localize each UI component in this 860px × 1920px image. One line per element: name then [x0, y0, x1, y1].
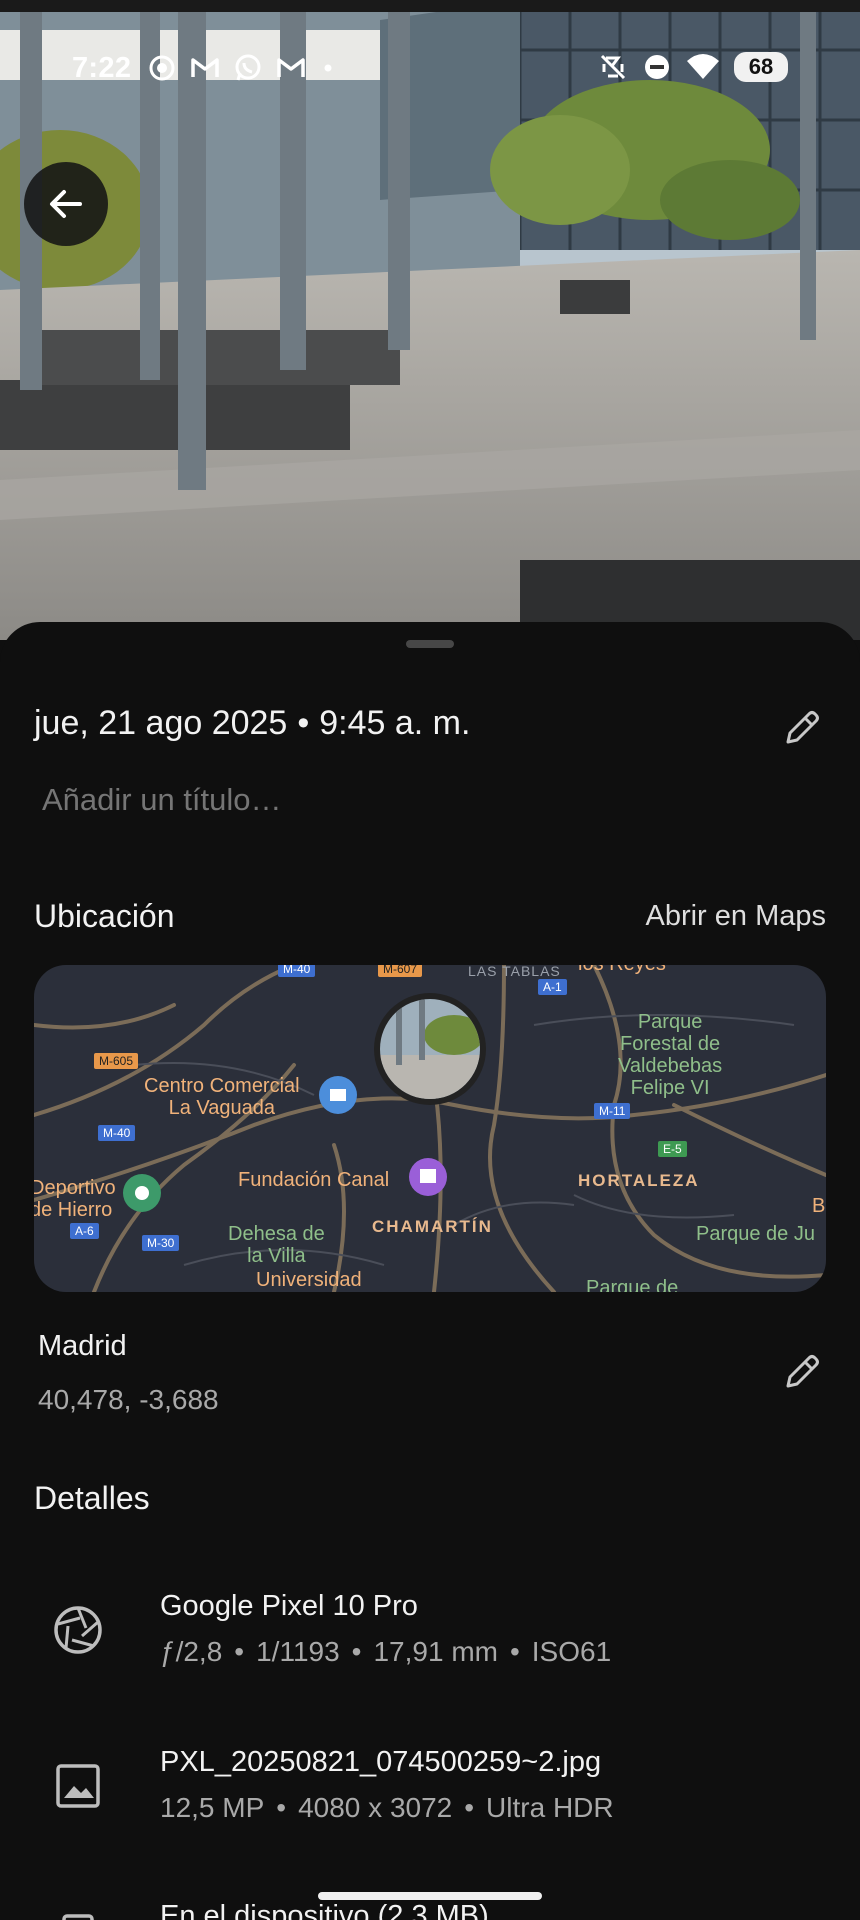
road-badge-m30: M-30: [142, 1235, 180, 1251]
museum-pin-icon: [409, 1158, 447, 1196]
map-label-chamartin: CHAMARTÍN: [372, 1217, 493, 1236]
file-format: Ultra HDR: [486, 1792, 614, 1823]
wifi-icon: [687, 54, 719, 79]
map-label-parque-forestal: Parque Forestal de Valdebebas Felipe VI: [618, 1011, 723, 1099]
shopping-pin-icon: [319, 1076, 357, 1114]
details-heading: Detalles: [34, 1480, 150, 1516]
map-label-parque-de: Parque de: [586, 1277, 679, 1292]
back-button[interactable]: [24, 162, 108, 246]
map-label-hortaleza: HORTALEZA: [578, 1171, 700, 1190]
gmail-icon: [277, 58, 305, 77]
road-badge-m605: M-605: [94, 1053, 139, 1069]
file-name: PXL_20250821_074500259~2.jpg: [160, 1746, 602, 1778]
photo-time: 9:45 a. m.: [319, 704, 471, 742]
sports-pin-icon: [123, 1174, 161, 1212]
open-in-maps-link[interactable]: Abrir en Maps: [645, 900, 826, 933]
road-badge-m40-left: M-40: [98, 1125, 136, 1141]
location-place-name: Madrid: [38, 1330, 127, 1362]
camera-iso: ISO61: [531, 1636, 612, 1667]
storage-label: En el dispositivo (2,3 MB): [160, 1900, 489, 1920]
road-badge-a6: A-6: [70, 1223, 99, 1239]
camera-exif: ƒ/2,8 • 1/1193 • 17,91 mm • ISO61: [160, 1636, 612, 1667]
gesture-nav-bar[interactable]: [318, 1892, 542, 1900]
edit-location-icon[interactable]: [780, 1350, 824, 1394]
location-coordinates: 40,478, -3,688: [38, 1384, 219, 1415]
location-map[interactable]: Centro Comercial La Vaguada Fundación Can…: [34, 965, 826, 1292]
datetime-separator: •: [297, 704, 310, 742]
map-label-las-tablas: LAS TABLAS: [468, 965, 561, 979]
status-bar: 7:22 68: [0, 40, 860, 96]
status-time: 7:22: [72, 52, 132, 84]
road-badge-m11: M-11: [594, 1103, 631, 1119]
photo-image: [0, 0, 860, 640]
map-label-deportivo: Deportivo de Hierro: [34, 1177, 116, 1221]
road-badge-m607: M-607: [378, 965, 423, 977]
camera-focal: 17,91 mm: [373, 1636, 498, 1667]
map-label-fundacion: Fundación Canal: [238, 1169, 390, 1191]
file-details-row: PXL_20250821_074500259~2.jpg 12,5 MP • 408…: [0, 1740, 860, 1840]
image-icon: [56, 1764, 100, 1808]
map-label-universidad: Universidad: [256, 1269, 362, 1291]
location-heading: Ubicación: [34, 898, 175, 934]
camera-model: Google Pixel 10 Pro: [160, 1590, 418, 1622]
camera-shutter: 1/1193: [256, 1636, 340, 1667]
notification-dot-icon: [324, 64, 332, 72]
whatsapp-icon: [235, 54, 261, 81]
map-label-reyes: los Reyes: [578, 965, 666, 976]
file-info: 12,5 MP • 4080 x 3072 • Ultra HDR: [160, 1792, 614, 1823]
sheet-drag-handle[interactable]: [406, 640, 454, 648]
map-label-dehesa: Dehesa de la Villa: [228, 1223, 325, 1267]
road-badge-e5: E-5: [658, 1141, 687, 1157]
map-label-parque-ju: Parque de Ju: [696, 1223, 815, 1245]
title-input[interactable]: [42, 782, 742, 818]
photo-date: jue, 21 ago 2025: [34, 704, 288, 742]
file-resolution: 4080 x 3072: [298, 1792, 453, 1823]
vibrate-off-icon: [600, 54, 626, 80]
screen-record-icon: [149, 55, 175, 81]
battery-icon: 68: [734, 52, 788, 82]
file-megapixels: 12,5 MP: [160, 1792, 265, 1823]
camera-aperture: ƒ/2,8: [160, 1636, 223, 1667]
phone-storage-icon: [62, 1914, 94, 1920]
photo-preview[interactable]: [0, 0, 860, 640]
road-badge-m40-top: M-40: [278, 965, 316, 977]
arrow-left-icon: [50, 190, 82, 218]
road-badge-a1: A-1: [538, 979, 567, 995]
photo-datetime[interactable]: jue, 21 ago 2025 • 9:45 a. m.: [34, 704, 470, 743]
aperture-icon: [54, 1606, 102, 1654]
do-not-disturb-icon: [645, 55, 669, 79]
map-label-b: B: [812, 1195, 826, 1217]
camera-details-row: Google Pixel 10 Pro ƒ/2,8 • 1/1193 • 17,91 m…: [0, 1584, 860, 1684]
gmail-icon: [191, 58, 219, 77]
edit-datetime-icon[interactable]: [780, 706, 824, 750]
map-label-shopping-center: Centro Comercial La Vaguada: [144, 1075, 300, 1119]
info-sheet: jue, 21 ago 2025•9:45 a. m. Ubicación Ab…: [0, 622, 860, 1920]
